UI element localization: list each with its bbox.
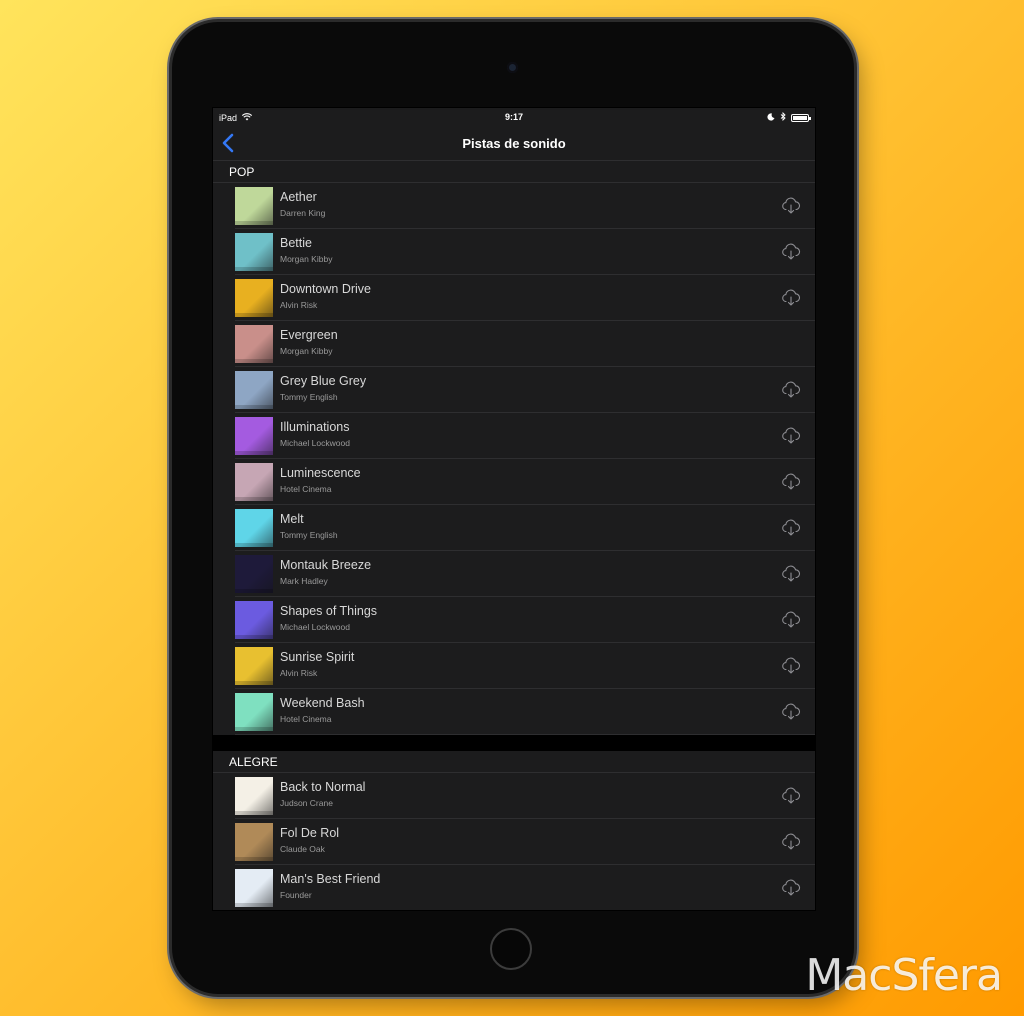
status-time: 9:17 <box>504 112 523 122</box>
track-artist: Hotel Cinema <box>280 484 332 494</box>
track-title: Montauk Breeze <box>280 558 372 572</box>
page-title: Pistas de sonido <box>462 136 566 151</box>
track-artist: Tommy English <box>280 392 338 402</box>
cloud-download-icon[interactable] <box>781 197 803 215</box>
album-art <box>235 187 273 225</box>
cloud-download-icon[interactable] <box>781 703 803 721</box>
track-artist: Morgan Kibby <box>280 254 333 264</box>
track-row[interactable]: Melt Tommy English <box>235 505 815 551</box>
cloud-download-icon[interactable] <box>781 289 803 307</box>
cloud-download-icon[interactable] <box>781 381 803 399</box>
status-bar: iPad 9:17 <box>213 108 815 128</box>
album-art <box>235 279 273 317</box>
soundtrack-list: POP Aether Darren King Bettie Morgan Kibby Do… <box>213 161 815 910</box>
track-title: Man's Best Friend <box>280 872 381 886</box>
album-art <box>235 417 273 455</box>
track-row[interactable]: Fol De Rol Claude Oak <box>235 819 815 865</box>
album-art <box>235 233 273 271</box>
album-art <box>235 647 273 685</box>
ipad-frame: iPad 9:17 Pistas de sonido POP Aether Da… <box>172 22 854 994</box>
cloud-download-icon[interactable] <box>781 243 803 261</box>
track-artist: Alvin Risk <box>280 668 318 678</box>
track-title: Melt <box>280 512 304 526</box>
track-artist: Michael Lockwood <box>280 438 350 448</box>
track-row[interactable]: Illuminations Michael Lockwood <box>235 413 815 459</box>
track-title: Weekend Bash <box>280 696 365 710</box>
album-art <box>235 823 273 861</box>
watermark-logo: MacSfera <box>805 950 1003 1001</box>
track-title: Fol De Rol <box>280 826 340 840</box>
album-art <box>235 509 273 547</box>
track-title: Evergreen <box>280 328 338 342</box>
album-art <box>235 693 273 731</box>
status-right <box>767 111 811 123</box>
track-row[interactable]: Downtown Drive Alvin Risk <box>235 275 815 321</box>
track-artist: Michael Lockwood <box>280 622 350 632</box>
track-title: Luminescence <box>280 466 361 480</box>
home-button[interactable] <box>490 928 532 970</box>
cloud-download-icon[interactable] <box>781 879 803 897</box>
track-title: Grey Blue Grey <box>280 374 367 388</box>
track-title: Bettie <box>280 236 312 250</box>
album-art <box>235 777 273 815</box>
track-title: Shapes of Things <box>280 604 378 618</box>
cloud-download-icon[interactable] <box>781 565 803 583</box>
album-art <box>235 371 273 409</box>
album-art <box>235 555 273 593</box>
track-artist: Judson Crane <box>280 798 333 808</box>
track-title: Illuminations <box>280 420 350 434</box>
track-title: Downtown Drive <box>280 282 372 296</box>
track-row[interactable]: Montauk Breeze Mark Hadley <box>235 551 815 597</box>
track-artist: Claude Oak <box>280 844 325 854</box>
album-art <box>235 869 273 907</box>
cloud-download-icon[interactable] <box>781 611 803 629</box>
track-row[interactable]: Shapes of Things Michael Lockwood <box>235 597 815 643</box>
screen: iPad 9:17 Pistas de sonido POP Aether Da… <box>212 107 816 911</box>
track-artist: Alvin Risk <box>280 300 318 310</box>
track-row[interactable]: Luminescence Hotel Cinema <box>235 459 815 505</box>
section-header: POP <box>213 161 815 183</box>
battery-icon <box>791 113 811 122</box>
cloud-download-icon[interactable] <box>781 787 803 805</box>
track-row[interactable]: Grey Blue Grey Tommy English <box>235 367 815 413</box>
track-row[interactable]: Man's Best Friend Founder <box>235 865 815 910</box>
track-row[interactable]: Back to Normal Judson Crane <box>235 773 815 819</box>
track-row[interactable]: Weekend Bash Hotel Cinema <box>235 689 815 735</box>
front-camera <box>507 62 518 73</box>
track-row[interactable]: Sunrise Spirit Alvin Risk <box>235 643 815 689</box>
album-art <box>235 463 273 501</box>
track-title: Sunrise Spirit <box>280 650 355 664</box>
album-art <box>235 325 273 363</box>
track-row[interactable]: Evergreen Morgan Kibby <box>235 321 815 367</box>
cloud-download-icon[interactable] <box>781 519 803 537</box>
track-row[interactable]: Bettie Morgan Kibby <box>235 229 815 275</box>
bluetooth-icon <box>780 111 786 123</box>
track-artist: Mark Hadley <box>280 576 328 586</box>
track-artist: Morgan Kibby <box>280 346 333 356</box>
track-artist: Darren King <box>280 208 326 218</box>
moon-icon <box>767 112 775 123</box>
album-art <box>235 601 273 639</box>
section-header: ALEGRE <box>213 751 815 773</box>
track-title: Back to Normal <box>280 780 366 794</box>
track-artist: Hotel Cinema <box>280 714 332 724</box>
cloud-download-icon[interactable] <box>781 473 803 491</box>
section-gap <box>213 735 815 751</box>
track-artist: Tommy English <box>280 530 338 540</box>
navigation-bar: Pistas de sonido <box>213 128 815 161</box>
track-row[interactable]: Aether Darren King <box>235 183 815 229</box>
track-artist: Founder <box>280 890 312 900</box>
cloud-download-icon[interactable] <box>781 833 803 851</box>
track-title: Aether <box>280 190 317 204</box>
cloud-download-icon[interactable] <box>781 657 803 675</box>
cloud-download-icon[interactable] <box>781 427 803 445</box>
